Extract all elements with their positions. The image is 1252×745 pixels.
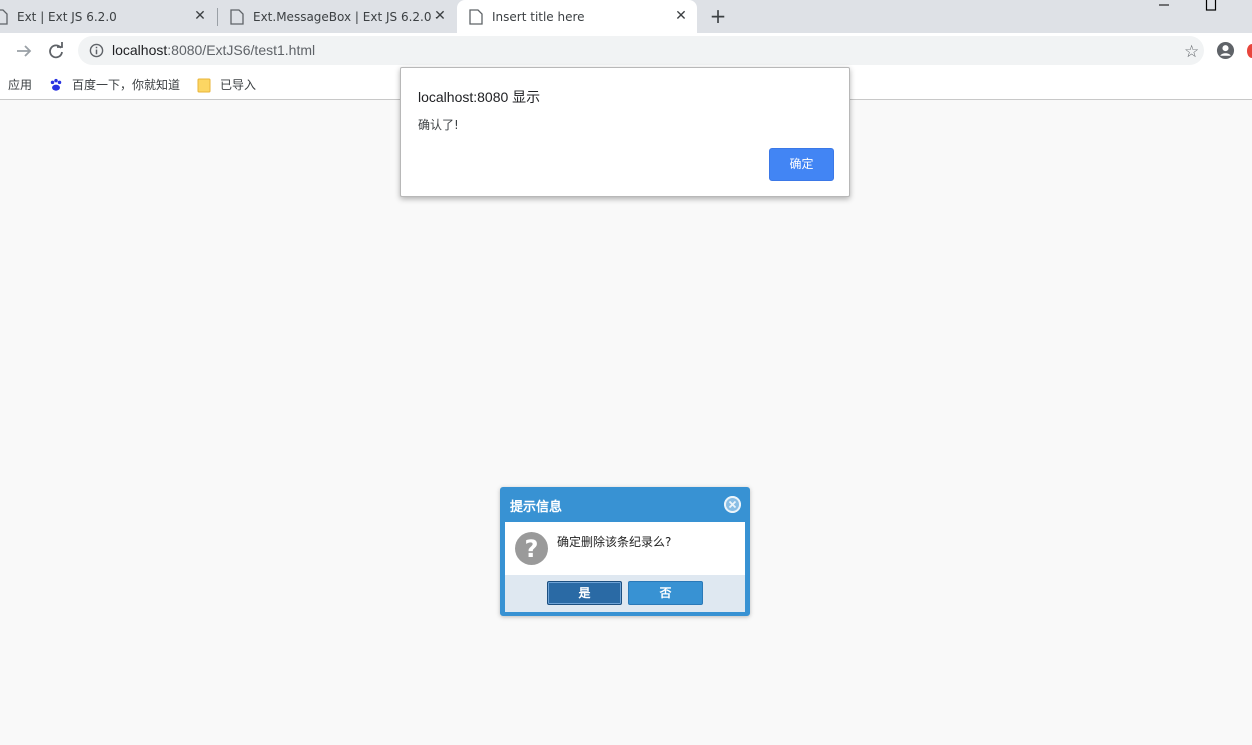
bookmark-imported[interactable]: 已导入 — [197, 76, 256, 93]
maximize-icon[interactable] — [1205, 0, 1217, 14]
bookmark-label: 已导入 — [220, 78, 257, 92]
page-icon — [0, 8, 8, 25]
messagebox-title: 提示信息 — [510, 500, 563, 515]
baidu-paw-icon — [50, 78, 62, 91]
url-path: :8080/ExtJS6/test1.html — [167, 42, 316, 58]
new-tab-button[interactable]: + — [708, 5, 728, 27]
messagebox-message: 确定删除该条纪录么? — [557, 535, 672, 549]
close-icon[interactable]: ✕ — [673, 8, 689, 24]
tab-ext[interactable]: Ext | Ext JS 6.2.0 ✕ — [0, 0, 216, 33]
confirm-messagebox: 提示信息 ? 确定删除该条纪录么? 是 否 — [500, 487, 750, 616]
no-button[interactable]: 否 — [628, 581, 703, 605]
yes-button[interactable]: 是 — [547, 581, 622, 605]
address-bar[interactable]: localhost:8080/ExtJS6/test1.html ☆ — [78, 36, 1204, 65]
bookmark-star-icon[interactable]: ☆ — [1184, 42, 1199, 62]
messagebox-footer: 是 否 — [505, 575, 745, 612]
messagebox-body: ? 确定删除该条纪录么? — [505, 522, 745, 575]
browser-toolbar: localhost:8080/ExtJS6/test1.html ☆ — [0, 33, 1252, 69]
page-icon — [230, 8, 244, 25]
question-icon: ? — [515, 532, 548, 565]
bookmark-apps[interactable]: 应用 — [8, 76, 32, 93]
extension-icon[interactable] — [1247, 44, 1252, 58]
minimize-icon[interactable] — [1158, 0, 1170, 14]
tab-title: Ext.MessageBox | Ext JS 6.2.0 - — [253, 9, 438, 24]
alert-title: localhost:8080 显示 — [418, 89, 541, 105]
forward-arrow-icon[interactable] — [14, 41, 34, 61]
url-text: localhost:8080/ExtJS6/test1.html — [112, 42, 315, 58]
alert-dialog: localhost:8080 显示 确认了! 确定 — [400, 67, 850, 197]
bookmark-label: 应用 — [8, 78, 33, 92]
folder-icon — [197, 78, 211, 92]
close-icon[interactable]: ✕ — [192, 8, 208, 24]
tab-title: Ext | Ext JS 6.2.0 — [17, 9, 117, 24]
reload-icon[interactable] — [46, 41, 66, 61]
tab-insert-title[interactable]: Insert title here ✕ — [457, 0, 697, 34]
tab-strip: Ext | Ext JS 6.2.0 ✕ Ext.MessageBox | Ex… — [0, 0, 1252, 34]
page-icon — [469, 9, 483, 25]
url-host: localhost — [112, 42, 168, 58]
close-icon[interactable]: ✕ — [432, 8, 448, 24]
alert-message: 确认了! — [418, 118, 459, 132]
bookmark-baidu[interactable]: 百度一下，你就知道 — [49, 76, 180, 93]
tab-title: Insert title here — [492, 10, 585, 24]
alert-ok-button[interactable]: 确定 — [769, 148, 834, 181]
info-icon[interactable] — [89, 43, 104, 58]
close-icon[interactable] — [724, 496, 741, 513]
account-icon[interactable] — [1216, 41, 1235, 60]
tab-messagebox[interactable]: Ext.MessageBox | Ext JS 6.2.0 - ✕ — [218, 0, 456, 33]
bookmark-label: 百度一下，你就知道 — [72, 78, 181, 92]
